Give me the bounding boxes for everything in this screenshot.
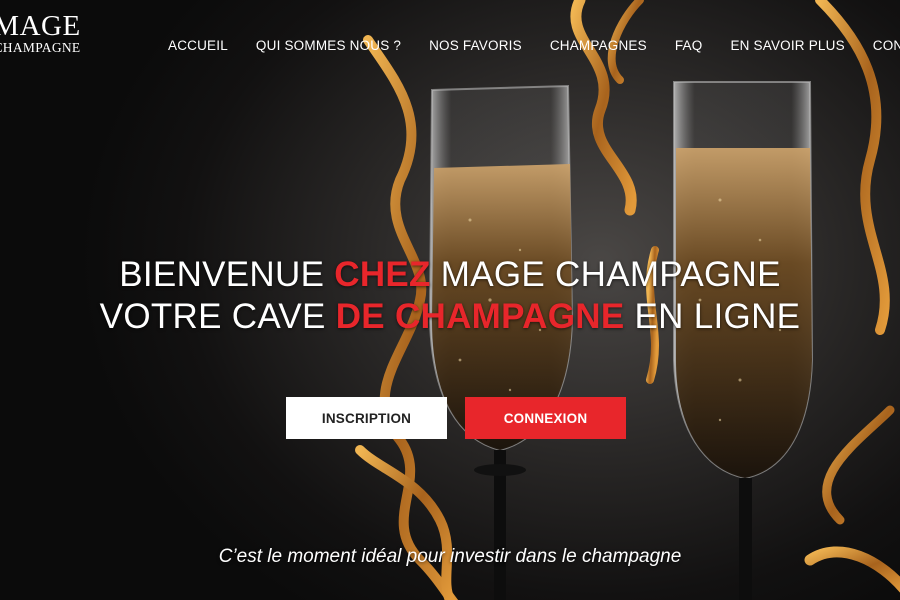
inscription-button[interactable]: INSCRIPTION bbox=[286, 397, 447, 439]
logo-text-line1: MAGE bbox=[0, 10, 81, 42]
headline-line2: VOTRE CAVE DE CHAMPAGNE EN LIGNE bbox=[0, 296, 900, 338]
nav-item-qui-sommes-nous[interactable]: QUI SOMMES NOUS ? bbox=[256, 38, 401, 54]
headline-line1: BIENVENUE CHEZ MAGE CHAMPAGNE bbox=[0, 254, 900, 296]
hero-section: MAGE CHAMPAGNE ACCUEIL QUI SOMMES NOUS ?… bbox=[0, 0, 900, 600]
nav-item-en-savoir-plus[interactable]: EN SAVOIR PLUS bbox=[730, 38, 844, 54]
headline-line1-highlight: CHEZ bbox=[334, 255, 431, 294]
headline-line2-part1: VOTRE CAVE bbox=[99, 297, 336, 336]
connexion-button[interactable]: CONNEXION bbox=[465, 397, 626, 439]
site-logo[interactable]: MAGE CHAMPAGNE bbox=[0, 12, 82, 56]
nav-item-contact[interactable]: CONTACT bbox=[873, 38, 900, 54]
nav-item-accueil[interactable]: ACCUEIL bbox=[168, 38, 228, 54]
main-nav: ACCUEIL QUI SOMMES NOUS ? NOS FAVORIS CH… bbox=[168, 38, 900, 54]
headline-line2-part3: EN LIGNE bbox=[624, 297, 801, 336]
nav-item-nos-favoris[interactable]: NOS FAVORIS bbox=[429, 38, 522, 54]
logo-text-line2: CHAMPAGNE bbox=[0, 40, 81, 55]
hero-tagline: C’est le moment idéal pour investir dans… bbox=[218, 546, 682, 567]
headline-line1-part1: BIENVENUE bbox=[119, 255, 335, 294]
headline-line2-highlight: DE CHAMPAGNE bbox=[335, 297, 625, 336]
headline-line1-part3: MAGE CHAMPAGNE bbox=[430, 255, 781, 294]
hero-headline: BIENVENUE CHEZ MAGE CHAMPAGNE VOTRE CAVE… bbox=[0, 254, 900, 338]
nav-item-faq[interactable]: FAQ bbox=[675, 38, 703, 54]
nav-item-champagnes[interactable]: CHAMPAGNES bbox=[550, 38, 647, 54]
